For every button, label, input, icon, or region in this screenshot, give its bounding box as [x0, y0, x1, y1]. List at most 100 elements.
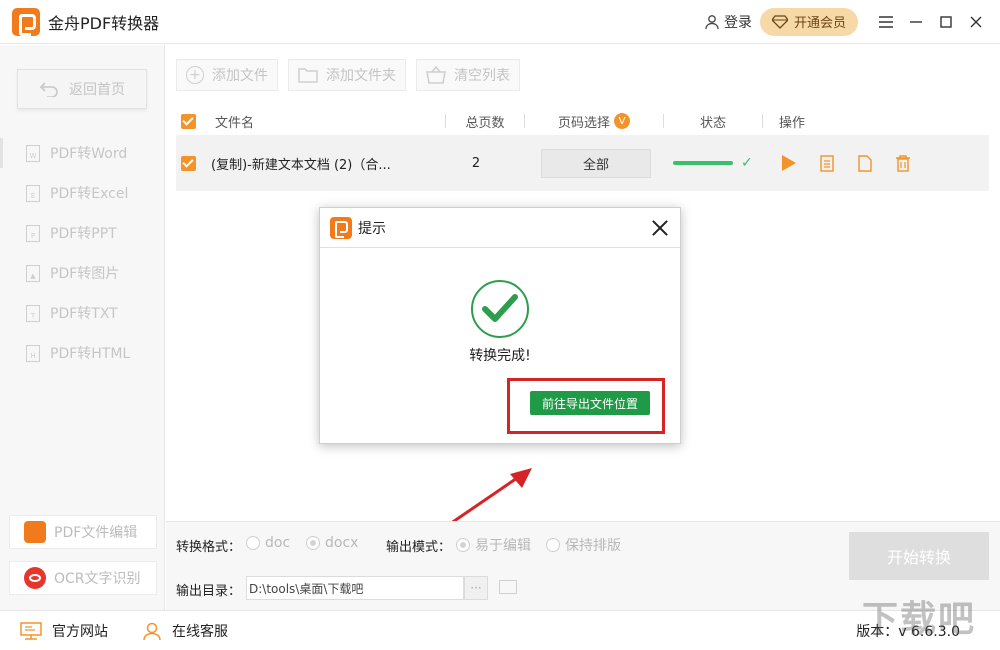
- ppt-doc-icon: P: [26, 224, 40, 242]
- row-status: ✓: [673, 155, 753, 171]
- progress-bar: [673, 161, 733, 165]
- vip-button[interactable]: 开通会员: [759, 7, 858, 36]
- ocr-label: OCR文字识别: [54, 571, 141, 587]
- login-label: 登录: [723, 14, 752, 31]
- ocr-eye-icon: [24, 567, 46, 589]
- format-doc-label: doc: [265, 535, 291, 551]
- sidebar-item-pdf-to-word[interactable]: W PDF转Word: [0, 133, 164, 173]
- sidebar-item-label: PDF转HTML: [50, 346, 131, 362]
- dialog-header: 提示: [320, 208, 680, 248]
- plus-icon: +: [186, 66, 204, 84]
- diamond-icon: [771, 14, 788, 29]
- dialog-title: 提示: [358, 220, 386, 237]
- header-status: 状态: [699, 115, 726, 131]
- row-filename: (复制)-新建文本文档 (2)（合...: [211, 157, 391, 173]
- table-row[interactable]: (复制)-新建文本文档 (2)（合... 2 全部 ✓: [176, 135, 989, 191]
- maximize-icon: [940, 15, 952, 28]
- home-button[interactable]: 返回首页: [17, 69, 147, 109]
- headset-user-icon: [143, 622, 161, 640]
- ocr-button[interactable]: OCR文字识别: [9, 561, 157, 595]
- header-pages: 总页数: [465, 115, 505, 131]
- output-dir-label: 输出目录：: [176, 584, 242, 599]
- page-select-dropdown[interactable]: 全部: [541, 148, 651, 178]
- open-output-location-button[interactable]: 前往导出文件位置: [530, 391, 650, 415]
- official-website-link[interactable]: 官方网站: [20, 621, 108, 641]
- minimize-icon: [910, 20, 922, 23]
- word-doc-icon: W: [26, 144, 40, 162]
- sidebar-item-label: PDF转PPT: [50, 226, 117, 242]
- format-docx-radio[interactable]: docx: [306, 535, 358, 551]
- watermark-logo: 下载吧: [862, 599, 977, 640]
- image-doc-icon: ▲: [26, 264, 40, 282]
- play-button[interactable]: [781, 154, 797, 172]
- output-dir-input[interactable]: D:\tools\桌面\下载吧: [246, 576, 464, 600]
- header-filename: 文件名: [215, 115, 255, 131]
- header-page-select: 页码选择 V: [525, 112, 663, 131]
- file-table-header: 文件名 总页数 页码选择 V 状态 操作: [176, 107, 989, 135]
- dialog-message: 转换完成!: [469, 348, 531, 364]
- toolbar: + 添加文件 添加文件夹 清空列表: [176, 59, 520, 91]
- sidebar-item-pdf-to-html[interactable]: H PDF转HTML: [0, 333, 164, 373]
- app-logo-icon: [12, 7, 40, 36]
- format-docx-label: docx: [325, 535, 359, 551]
- select-all-checkbox[interactable]: [181, 113, 196, 129]
- delete-button[interactable]: [895, 154, 911, 172]
- monitor-icon: [20, 621, 42, 640]
- row-actions: [781, 154, 911, 172]
- online-support-link[interactable]: 在线客服: [142, 621, 228, 641]
- home-label: 返回首页: [69, 82, 125, 98]
- menu-icon: [879, 15, 893, 28]
- row-checkbox[interactable]: [181, 155, 196, 171]
- close-button[interactable]: [962, 8, 990, 36]
- add-folder-button[interactable]: 添加文件夹: [288, 59, 406, 91]
- pdf-edit-button[interactable]: PDF文件编辑: [9, 515, 157, 549]
- view-doc-button[interactable]: [819, 154, 835, 172]
- minimize-button[interactable]: [902, 8, 930, 36]
- sidebar-item-pdf-to-ppt[interactable]: P PDF转PPT: [0, 213, 164, 253]
- sidebar-item-label: PDF转Excel: [50, 186, 129, 202]
- open-folder-button[interactable]: [857, 154, 873, 172]
- back-arrow-icon: [39, 82, 58, 97]
- success-dialog: 提示 转换完成! 前往导出文件位置: [319, 207, 681, 444]
- radio-circle-selected: [456, 538, 470, 552]
- open-folder-icon[interactable]: [499, 580, 517, 594]
- vip-badge-icon: V: [614, 113, 630, 129]
- dialog-close-icon[interactable]: [650, 218, 670, 238]
- mode-editable-label: 易于编辑: [475, 538, 531, 554]
- html-doc-icon: H: [26, 344, 40, 362]
- mode-label: 输出模式：: [386, 540, 452, 555]
- mode-keep-layout-radio[interactable]: 保持排版: [546, 535, 621, 555]
- radio-circle-selected: [306, 536, 320, 550]
- header-actions: 操作: [779, 115, 806, 131]
- mode-editable-radio[interactable]: 易于编辑: [456, 535, 531, 555]
- sidebar-item-pdf-to-txt[interactable]: T PDF转TXT: [0, 293, 164, 333]
- clear-list-button[interactable]: 清空列表: [416, 59, 520, 91]
- column-divider: [762, 114, 763, 128]
- add-file-label: 添加文件: [212, 68, 268, 84]
- sidebar-item-pdf-to-excel[interactable]: E PDF转Excel: [0, 173, 164, 213]
- radio-circle: [246, 536, 260, 550]
- row-pages: 2: [471, 155, 481, 171]
- maximize-button[interactable]: [932, 8, 960, 36]
- close-icon: [970, 16, 982, 27]
- menu-button[interactable]: [872, 8, 900, 36]
- add-file-button[interactable]: + 添加文件: [176, 59, 278, 91]
- format-doc-radio[interactable]: doc: [246, 535, 290, 551]
- radio-circle: [546, 538, 560, 552]
- sidebar-item-label: PDF转Word: [50, 146, 128, 162]
- app-logo-icon: [330, 216, 352, 239]
- login-button[interactable]: 登录: [704, 12, 752, 32]
- sidebar-item-pdf-to-image[interactable]: ▲ PDF转图片: [0, 253, 164, 293]
- user-icon: [705, 14, 719, 29]
- check-icon: ✓: [741, 155, 753, 171]
- success-check-icon: [471, 280, 529, 338]
- pdf-edit-icon: [24, 521, 46, 543]
- header-page-select-label: 页码选择: [557, 115, 610, 131]
- sidebar: 返回首页 W PDF转Word E PDF转Excel P PDF转PPT ▲ …: [0, 45, 165, 610]
- folder-icon: [298, 68, 318, 83]
- title-bar: 金舟PDF转换器 登录 开通会员: [0, 0, 1000, 44]
- online-support-label: 在线客服: [172, 623, 228, 640]
- start-convert-button[interactable]: 开始转换: [849, 532, 989, 580]
- excel-doc-icon: E: [26, 184, 40, 202]
- browse-button[interactable]: ···: [464, 576, 488, 600]
